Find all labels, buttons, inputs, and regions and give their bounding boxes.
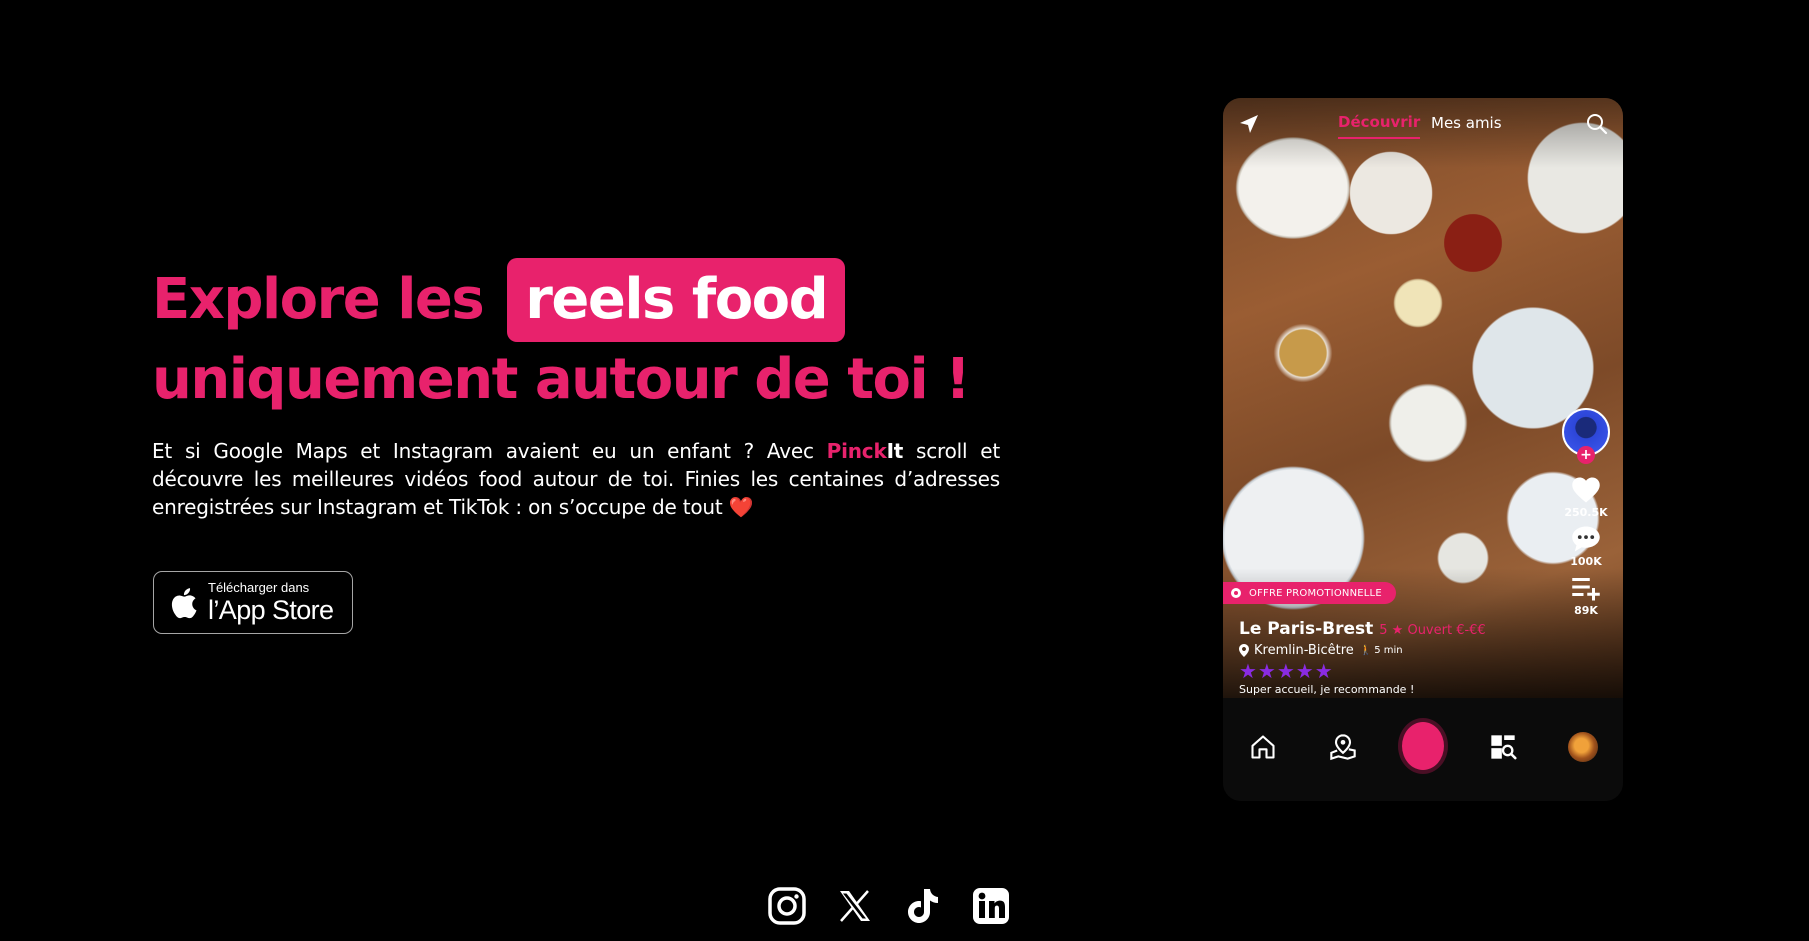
nav-map[interactable]: [1322, 726, 1364, 768]
add-to-list-icon: [1572, 578, 1600, 601]
follow-plus-icon[interactable]: +: [1577, 446, 1595, 464]
hero-title: Explore les reels food uniquement autour…: [152, 258, 1012, 418]
comment-icon: [1572, 526, 1600, 552]
promo-icon: [1231, 588, 1241, 598]
app-store-small-text: Télécharger dans: [208, 580, 310, 595]
hero-title-text: Explore les: [152, 267, 485, 332]
place-title-line: Le Paris-Brest 5 ★ Ouvert €-€€: [1239, 619, 1609, 639]
tiktok-icon: [908, 889, 938, 923]
tab-friends[interactable]: Mes amis: [1431, 114, 1502, 132]
social-links: [767, 886, 1011, 926]
instagram-icon: [768, 887, 806, 925]
side-actions: + 250.5K 100K 89K: [1561, 408, 1611, 617]
hero-desc-intro: Et si Google Maps et Instagram avaient e…: [152, 439, 827, 463]
x-icon: [840, 890, 870, 922]
comments-count: 100K: [1570, 555, 1602, 568]
linkedin-icon: [973, 888, 1009, 924]
rating-stars: ★★★★★: [1239, 659, 1334, 683]
promo-badge: OFFRE PROMOTIONNELLE: [1223, 582, 1396, 604]
app-bottom-nav: [1223, 698, 1623, 801]
app-store-button[interactable]: Télécharger dans l’App Store: [153, 571, 353, 634]
app-store-big-text: l’App Store: [208, 595, 334, 625]
place-location-line: Kremlin-Bicêtre 🚶 5 min: [1239, 643, 1609, 658]
hero-description: Et si Google Maps et Instagram avaient e…: [152, 437, 1000, 521]
map-pin-icon: [1330, 734, 1356, 761]
video-screen[interactable]: Découvrir Mes amis + 250.5K 100K 89K OFF…: [1223, 98, 1623, 698]
walk-time: 5 min: [1374, 645, 1403, 656]
x-link[interactable]: [835, 886, 875, 926]
review-text: Super accueil, je recommande !: [1239, 683, 1415, 696]
search-icon[interactable]: [1585, 112, 1609, 136]
saves-count: 89K: [1574, 604, 1598, 617]
home-icon: [1251, 735, 1275, 759]
walking-icon: 🚶: [1359, 645, 1373, 656]
profile-avatar: [1568, 732, 1598, 762]
place-name: Le Paris-Brest: [1239, 619, 1374, 639]
apple-icon: [171, 587, 197, 618]
grid-search-icon: [1491, 735, 1517, 760]
nav-explore[interactable]: [1482, 726, 1524, 768]
app-store-label: Télécharger dans l’App Store: [208, 580, 334, 625]
phone-mockup: Découvrir Mes amis + 250.5K 100K 89K OFF…: [1223, 98, 1623, 801]
place-location: Kremlin-Bicêtre: [1254, 643, 1354, 658]
creator-avatar[interactable]: +: [1562, 408, 1610, 464]
tab-discover[interactable]: Découvrir: [1338, 113, 1421, 139]
record-button-icon: [1402, 721, 1444, 770]
heart-emoji: ❤️: [728, 495, 754, 519]
hero-title-line-2: uniquement autour de toi !: [152, 347, 971, 412]
nav-profile[interactable]: [1562, 726, 1604, 768]
heart-icon: [1572, 477, 1600, 503]
nav-home[interactable]: [1242, 726, 1284, 768]
hero-title-line-1: Explore les reels food: [152, 258, 1012, 342]
promo-label: OFFRE PROMOTIONNELLE: [1249, 587, 1382, 599]
app-top-bar: Découvrir Mes amis: [1223, 98, 1623, 148]
place-meta: 5 ★ Ouvert €-€€: [1379, 623, 1486, 638]
nav-record[interactable]: [1402, 721, 1444, 770]
brand-name: PinckIt: [827, 439, 904, 463]
place-info[interactable]: Le Paris-Brest 5 ★ Ouvert €-€€ Kremlin-B…: [1239, 619, 1609, 696]
likes-count: 250.5K: [1564, 506, 1608, 519]
tiktok-link[interactable]: [903, 886, 943, 926]
navigation-arrow-icon[interactable]: [1237, 112, 1261, 136]
comment-button[interactable]: 100K: [1570, 525, 1602, 568]
brand-name-white: It: [886, 439, 904, 463]
instagram-link[interactable]: [767, 886, 807, 926]
save-to-list-button[interactable]: 89K: [1571, 574, 1601, 617]
linkedin-link[interactable]: [971, 886, 1011, 926]
like-button[interactable]: 250.5K: [1564, 476, 1608, 519]
location-pin-icon: [1239, 644, 1249, 657]
hero-title-highlight: reels food: [507, 258, 846, 342]
brand-name-pink: Pinck: [826, 439, 887, 463]
